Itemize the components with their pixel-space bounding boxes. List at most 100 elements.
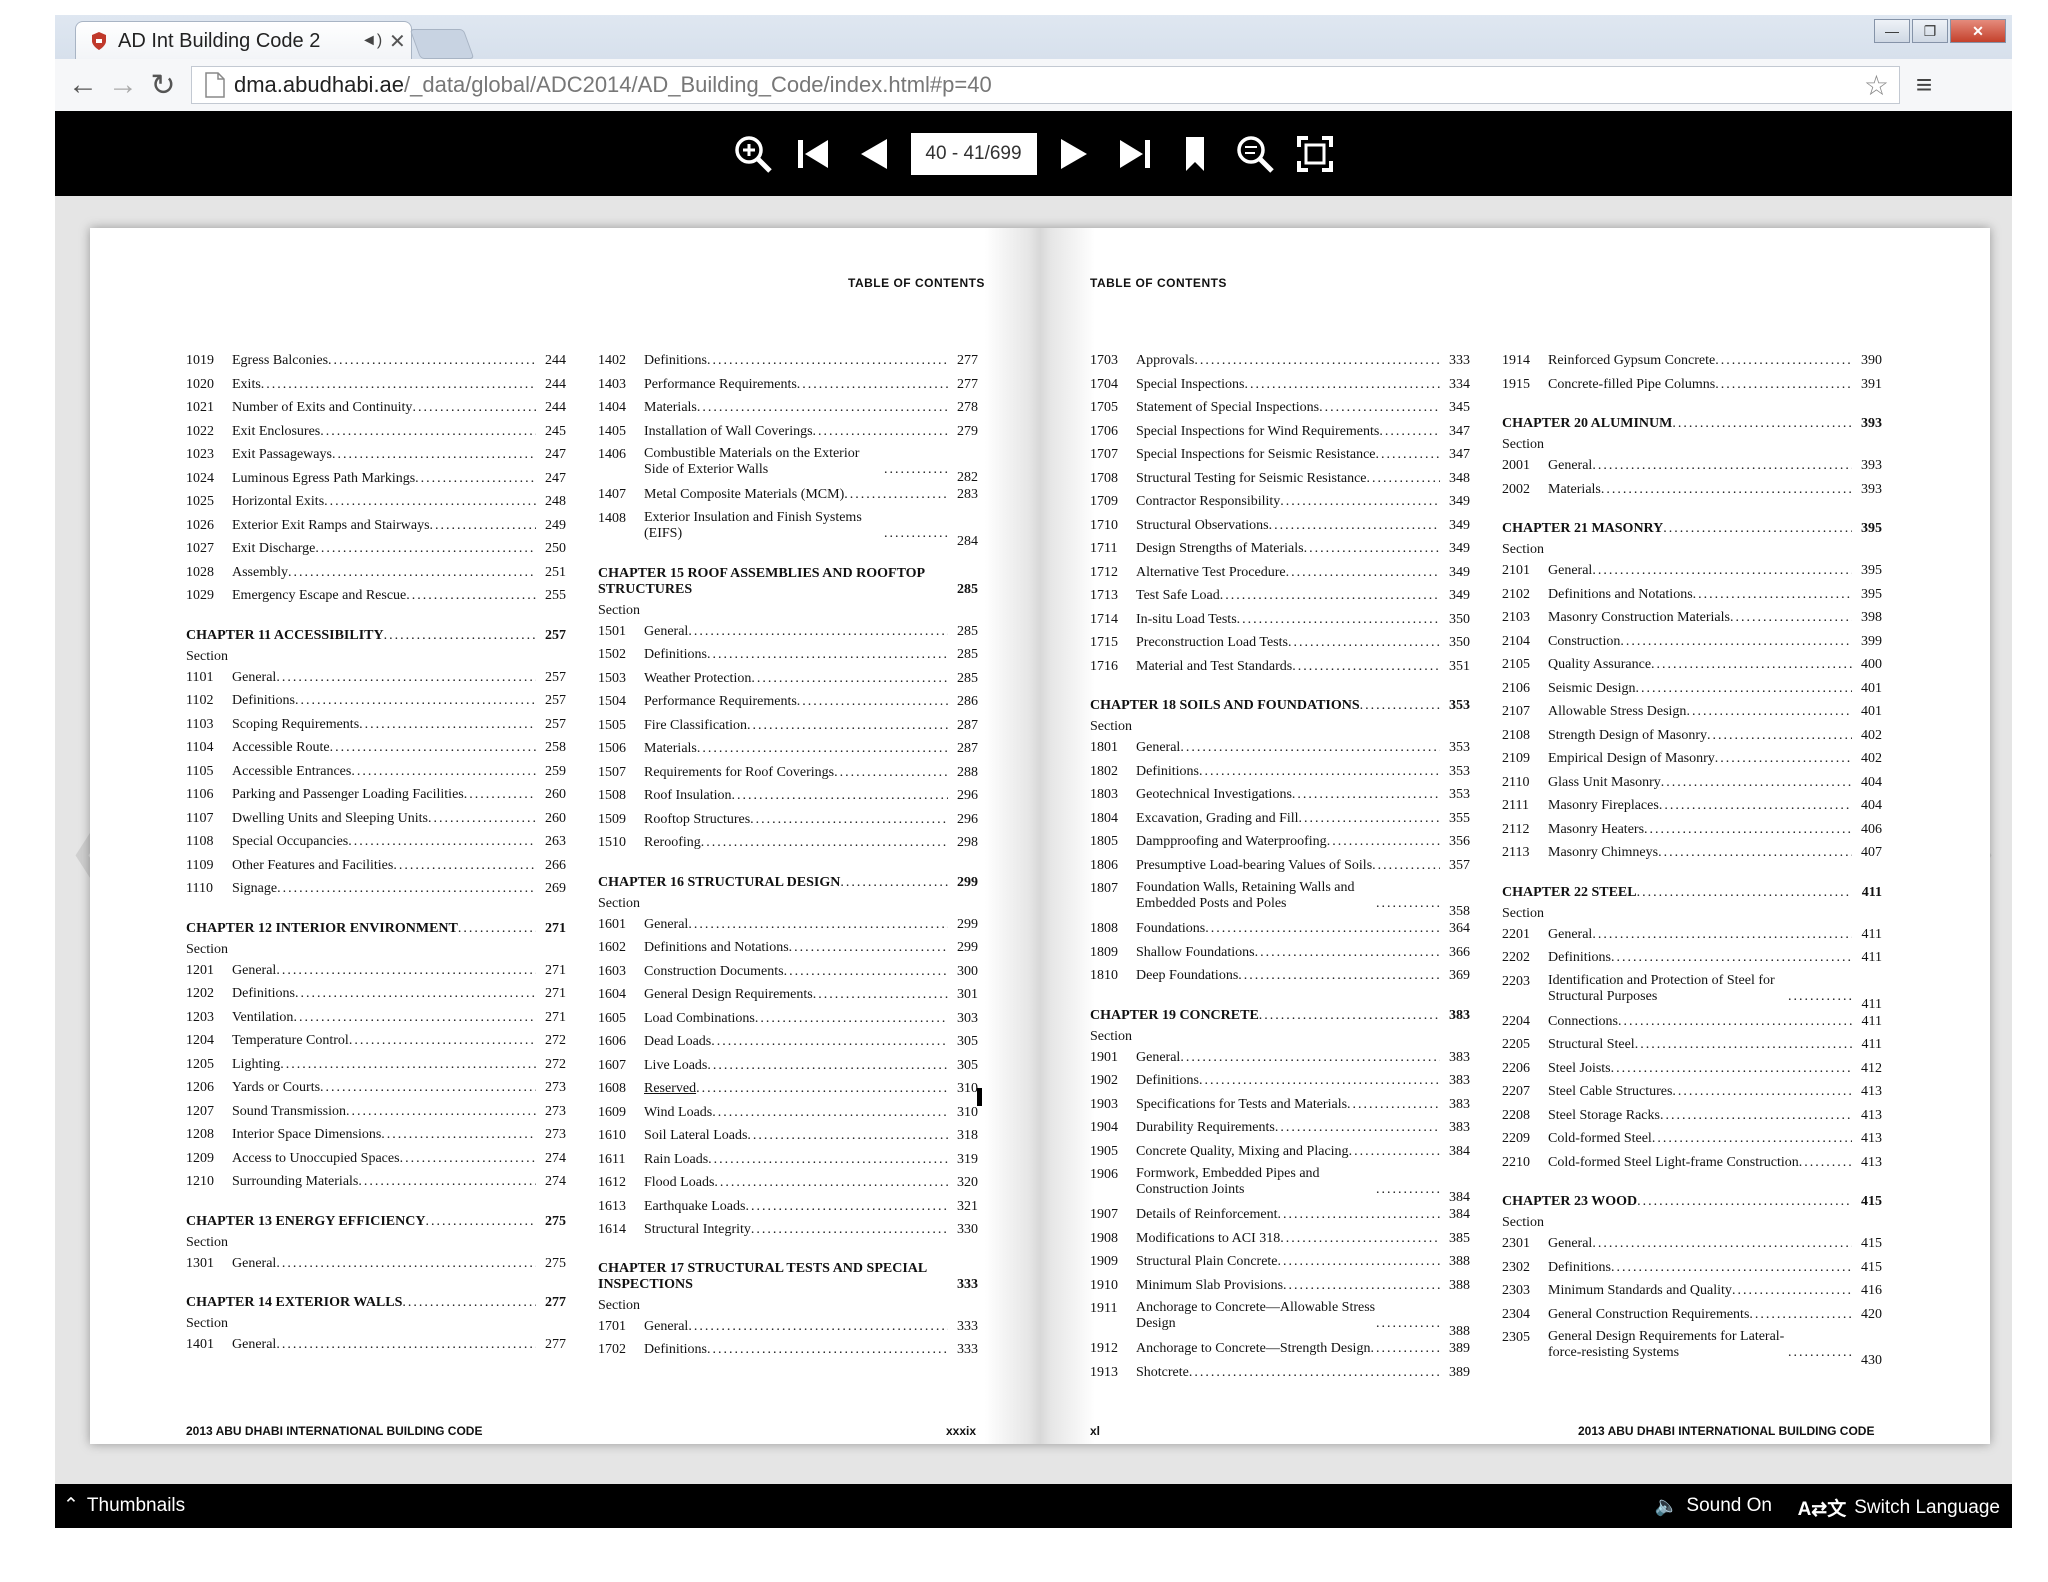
toc-entry[interactable]: 1508 Roof Insulation 296 [598,787,978,811]
toc-entry[interactable]: 1914 Reinforced Gypsum Concrete 390 [1502,352,1882,376]
toc-entry[interactable]: 1105 Accessible Entrances 259 [186,763,566,787]
toc-entry[interactable]: 1703 Approvals 333 [1090,352,1470,376]
toc-entry[interactable]: 1903 Specifications for Tests and Materia… [1090,1096,1470,1120]
chapter-heading[interactable]: CHAPTER 22 STEEL 411 [1502,884,1882,901]
browser-tab[interactable]: AD Int Building Code 2 ◄) ✕ [75,21,412,60]
toc-entry[interactable]: 1406 Combustible Materials on the Exterio… [598,446,978,486]
toc-entry[interactable]: 1110 Signage 269 [186,880,566,904]
toc-entry[interactable]: 2203 Identification and Protection of Ste… [1502,973,1882,1013]
toc-entry[interactable]: 1204 Temperature Control 272 [186,1032,566,1056]
toc-entry[interactable]: 1705 Statement of Special Inspections 345 [1090,399,1470,423]
toc-entry[interactable]: 2304 General Construction Requirements 420 [1502,1306,1882,1330]
toc-entry[interactable]: 1801 General 353 [1090,739,1470,763]
toc-entry[interactable]: 1019 Egress Balconies 244 [186,352,566,376]
browser-menu-icon[interactable]: ≡ [1904,69,1944,101]
toc-entry[interactable]: 1805 Dampproofing and Waterproofing 356 [1090,833,1470,857]
minimize-icon[interactable]: — [1874,19,1910,43]
toc-entry[interactable]: 1407 Metal Composite Materials (MCM) 283 [598,486,978,510]
toc-entry[interactable]: 1028 Assembly 251 [186,564,566,588]
chapter-heading[interactable]: CHAPTER 14 EXTERIOR WALLS 277 [186,1294,566,1311]
toc-entry[interactable]: 1503 Weather Protection 285 [598,670,978,694]
toc-entry[interactable]: 1613 Earthquake Loads 321 [598,1198,978,1222]
toc-entry[interactable]: 1803 Geotechnical Investigations 353 [1090,786,1470,810]
chapter-heading[interactable]: CHAPTER 13 ENERGY EFFICIENCY 275 [186,1213,566,1230]
toc-entry[interactable]: 1203 Ventilation 271 [186,1009,566,1033]
reload-icon[interactable]: ↻ [143,68,183,103]
maximize-icon[interactable]: ❐ [1912,19,1948,43]
next-page-icon[interactable] [1053,132,1097,176]
toc-entry[interactable]: 2206 Steel Joists 412 [1502,1060,1882,1084]
toc-entry[interactable]: 1301 General 275 [186,1255,566,1279]
toc-entry[interactable]: 1614 Structural Integrity 330 [598,1221,978,1245]
toc-entry[interactable]: 1609 Wind Loads 310 [598,1104,978,1128]
toc-entry[interactable]: 2210 Cold-formed Steel Light-frame Constr… [1502,1154,1882,1178]
toc-entry[interactable]: 1606 Dead Loads 305 [598,1033,978,1057]
toc-entry[interactable]: 2205 Structural Steel 411 [1502,1036,1882,1060]
new-tab-button[interactable] [409,29,475,59]
toc-entry[interactable]: 1108 Special Occupancies 263 [186,833,566,857]
bookmark-star-icon[interactable]: ☆ [1864,69,1889,102]
toc-entry[interactable]: 2001 General 393 [1502,457,1882,481]
toc-entry[interactable]: 1716 Material and Test Standards 351 [1090,658,1470,682]
toc-entry[interactable]: 1804 Excavation, Grading and Fill 355 [1090,810,1470,834]
toc-entry[interactable]: 1707 Special Inspections for Seismic Resi… [1090,446,1470,470]
toc-entry[interactable]: 1107 Dwelling Units and Sleeping Units 260 [186,810,566,834]
toc-entry[interactable]: 1206 Yards or Courts 273 [186,1079,566,1103]
toc-entry[interactable]: 2209 Cold-formed Steel 413 [1502,1130,1882,1154]
thumbnails-button[interactable]: ⌃ Thumbnails [63,1494,185,1517]
toc-entry[interactable]: 1712 Alternative Test Procedure 349 [1090,564,1470,588]
toc-entry[interactable]: 1026 Exterior Exit Ramps and Stairways 249 [186,517,566,541]
toc-entry[interactable]: 1612 Flood Loads 320 [598,1174,978,1198]
toc-entry[interactable]: 1715 Preconstruction Load Tests 350 [1090,634,1470,658]
toc-entry[interactable]: 1025 Horizontal Exits 248 [186,493,566,517]
toc-entry[interactable]: 1608 Reserved 310 [598,1080,978,1104]
toc-entry[interactable]: 1506 Materials 287 [598,740,978,764]
toc-entry[interactable]: 2106 Seismic Design 401 [1502,680,1882,704]
toc-entry[interactable]: 1808 Foundations 364 [1090,920,1470,944]
toc-entry[interactable]: 2302 Definitions 415 [1502,1259,1882,1283]
toc-entry[interactable]: 1207 Sound Transmission 273 [186,1103,566,1127]
toc-entry[interactable]: 1402 Definitions 277 [598,352,978,376]
toc-entry[interactable]: 1209 Access to Unoccupied Spaces 274 [186,1150,566,1174]
toc-entry[interactable]: 1103 Scoping Requirements 257 [186,716,566,740]
back-arrow-icon[interactable]: ← [63,68,103,102]
toc-entry[interactable]: 1909 Structural Plain Concrete 388 [1090,1253,1470,1277]
toc-entry[interactable]: 1106 Parking and Passenger Loading Facili… [186,786,566,810]
toc-entry[interactable]: 1509 Rooftop Structures 296 [598,811,978,835]
toc-entry[interactable]: 1027 Exit Discharge 250 [186,540,566,564]
toc-entry[interactable]: 1708 Structural Testing for Seismic Resis… [1090,470,1470,494]
toc-entry[interactable]: 2103 Masonry Construction Materials 398 [1502,609,1882,633]
toc-entry[interactable]: 1710 Structural Observations 349 [1090,517,1470,541]
toc-entry[interactable]: 1101 General 257 [186,669,566,693]
toc-entry[interactable]: 1021 Number of Exits and Continuity 244 [186,399,566,423]
toc-entry[interactable]: 1908 Modifications to ACI 318 385 [1090,1230,1470,1254]
toc-entry[interactable]: 1702 Definitions 333 [598,1341,978,1365]
toc-entry[interactable]: 1405 Installation of Wall Coverings 279 [598,423,978,447]
toc-entry[interactable]: 1809 Shallow Foundations 366 [1090,944,1470,968]
toc-entry[interactable]: 1401 General 277 [186,1336,566,1360]
chapter-heading[interactable]: CHAPTER 12 INTERIOR ENVIRONMENT 271 [186,920,566,937]
toc-entry[interactable]: 1501 General 285 [598,623,978,647]
right-page[interactable]: TABLE OF CONTENTS 1703 Approvals 333 1704 Sp… [1090,228,1990,1444]
toc-entry[interactable]: 1102 Definitions 257 [186,692,566,716]
toc-entry[interactable]: 2303 Minimum Standards and Quality 416 [1502,1282,1882,1306]
toc-entry[interactable]: 1020 Exits 244 [186,376,566,400]
toc-entry[interactable]: 1603 Construction Documents 300 [598,963,978,987]
toc-entry[interactable]: 1711 Design Strengths of Materials 349 [1090,540,1470,564]
left-page[interactable]: TABLE OF CONTENTS 1019 Egress Balconies 24… [90,228,990,1444]
toc-entry[interactable]: 1408 Exterior Insulation and Finish Syste… [598,510,978,550]
chapter-heading[interactable]: CHAPTER 23 WOOD 415 [1502,1193,1882,1210]
chapter-heading[interactable]: CHAPTER 21 MASONRY 395 [1502,520,1882,537]
toc-entry[interactable]: 1902 Definitions 383 [1090,1072,1470,1096]
toc-entry[interactable]: 2208 Steel Storage Racks 413 [1502,1107,1882,1131]
close-tab-icon[interactable]: ✕ [389,29,411,54]
zoom-in-icon[interactable] [731,132,775,176]
toc-entry[interactable]: 1504 Performance Requirements 286 [598,693,978,717]
chapter-heading[interactable]: CHAPTER 19 CONCRETE 383 [1090,1007,1470,1024]
toc-entry[interactable]: 1713 Test Safe Load 349 [1090,587,1470,611]
chapter-heading[interactable]: CHAPTER 16 STRUCTURAL DESIGN 299 [598,874,978,891]
toc-entry[interactable]: 1911 Anchorage to Concrete—Allowable Stre… [1090,1300,1470,1340]
toc-entry[interactable]: 1029 Emergency Escape and Rescue 255 [186,587,566,611]
toc-entry[interactable]: 2102 Definitions and Notations 395 [1502,586,1882,610]
toc-entry[interactable]: 1806 Presumptive Load-bearing Values of S… [1090,857,1470,881]
